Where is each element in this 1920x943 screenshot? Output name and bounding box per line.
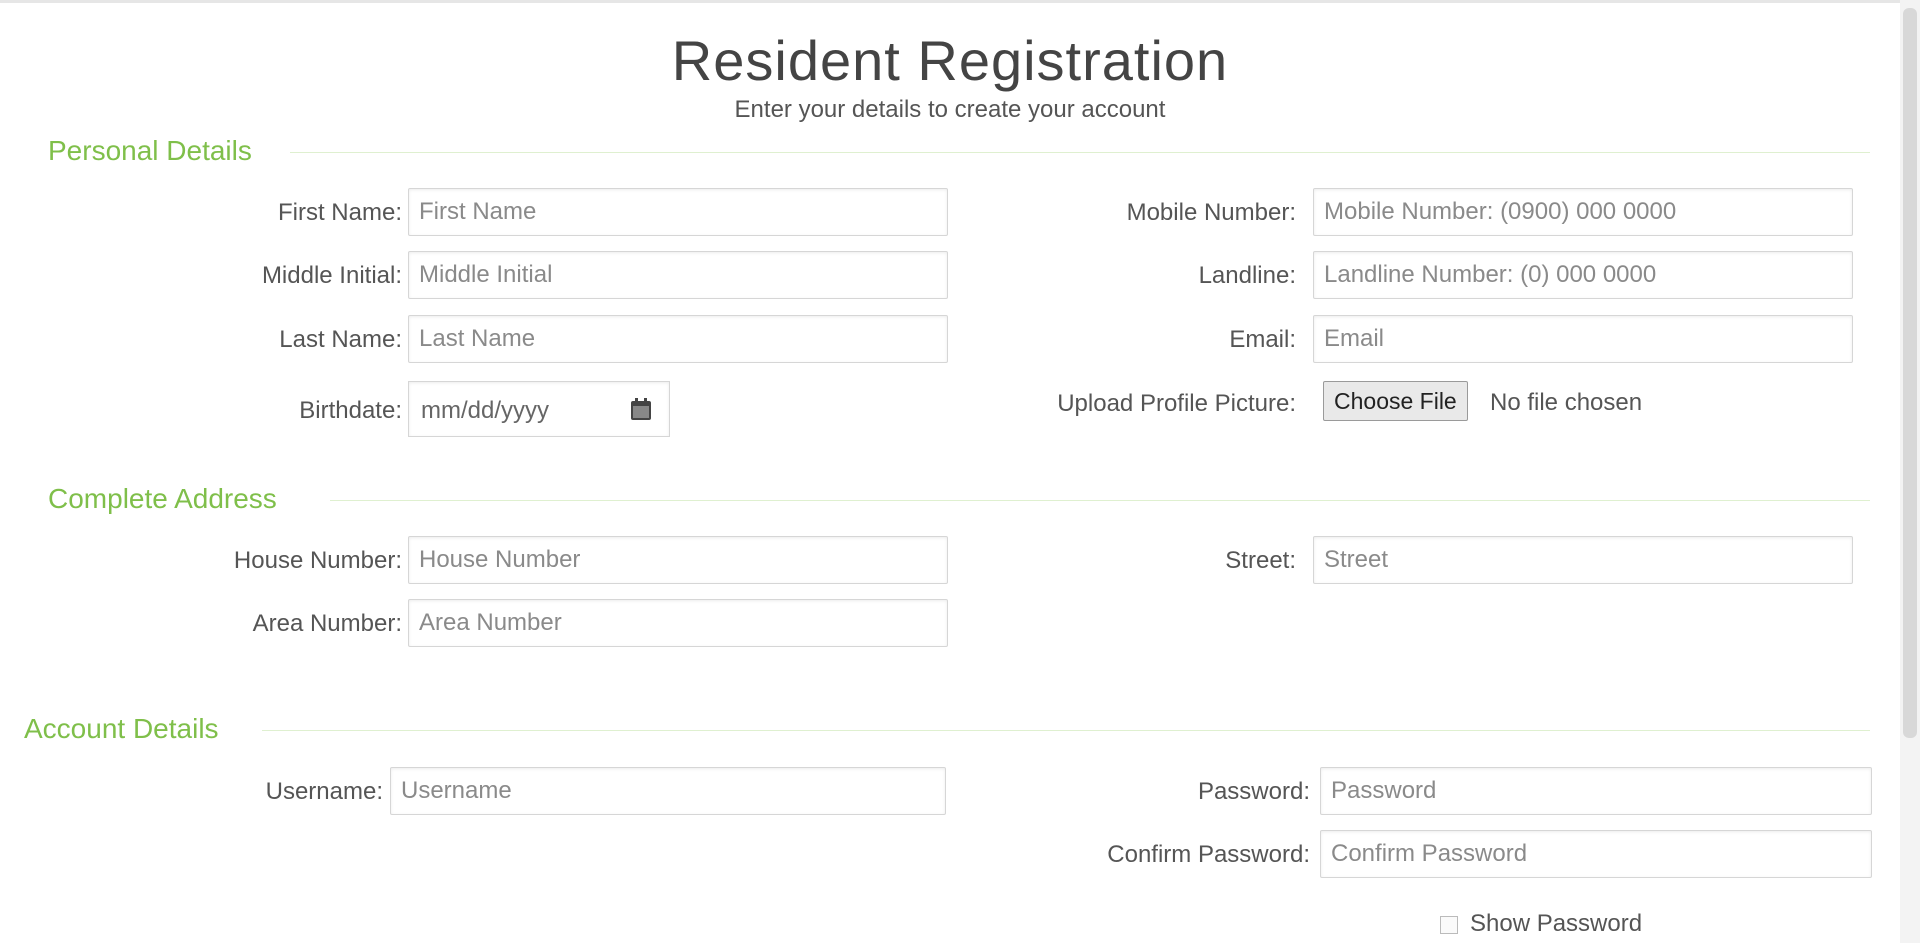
page-subtitle: Enter your details to create your accoun… bbox=[734, 96, 1166, 123]
street-label: Street: bbox=[1225, 547, 1296, 574]
section-divider bbox=[262, 730, 1870, 731]
page-scrollbar[interactable] bbox=[1900, 0, 1920, 943]
house-number-input[interactable] bbox=[408, 536, 948, 584]
page-title: Resident Registration bbox=[671, 29, 1229, 92]
show-password-label[interactable]: Show Password bbox=[1470, 910, 1642, 938]
email-input[interactable] bbox=[1313, 315, 1853, 363]
upload-picture-label: Upload Profile Picture: bbox=[1057, 390, 1296, 417]
section-divider bbox=[290, 152, 1870, 153]
landline-input[interactable] bbox=[1313, 251, 1853, 299]
choose-file-button[interactable]: Choose File bbox=[1323, 381, 1468, 421]
confirm-password-label: Confirm Password: bbox=[1107, 841, 1310, 868]
password-label: Password: bbox=[1197, 778, 1310, 805]
first-name-input[interactable] bbox=[408, 188, 948, 236]
mobile-number-input[interactable] bbox=[1313, 188, 1853, 236]
section-title: Personal Details bbox=[48, 135, 252, 166]
birthdate-input[interactable]: mm/dd/yyyy bbox=[408, 381, 670, 437]
house-number-label: House Number: bbox=[233, 547, 402, 574]
username-input[interactable] bbox=[390, 767, 946, 815]
section-complete-address: Complete Address bbox=[48, 483, 277, 514]
calendar-icon[interactable] bbox=[629, 396, 653, 422]
first-name-label: First Name: bbox=[277, 199, 402, 226]
birthdate-label: Birthdate: bbox=[299, 397, 402, 424]
section-divider bbox=[330, 500, 1870, 501]
mobile-number-label: Mobile Number: bbox=[1126, 199, 1296, 226]
birthdate-placeholder: mm/dd/yyyy bbox=[421, 397, 550, 424]
section-title: Complete Address bbox=[48, 483, 277, 514]
area-number-input[interactable] bbox=[408, 599, 948, 647]
section-account-details: Account Details bbox=[24, 713, 219, 744]
show-password-checkbox[interactable] bbox=[1440, 916, 1458, 934]
file-status: No file chosen bbox=[1490, 389, 1643, 416]
section-personal-details: Personal Details bbox=[48, 135, 252, 166]
middle-initial-label: Middle Initial: bbox=[261, 262, 402, 289]
landline-label: Landline: bbox=[1198, 262, 1296, 289]
last-name-label: Last Name: bbox=[279, 326, 402, 353]
password-input[interactable] bbox=[1320, 767, 1872, 815]
email-label: Email: bbox=[1229, 326, 1296, 353]
username-label: Username: bbox=[265, 778, 383, 805]
section-title: Account Details bbox=[24, 713, 219, 744]
middle-initial-input[interactable] bbox=[408, 251, 948, 299]
scrollbar-thumb[interactable] bbox=[1903, 8, 1917, 738]
street-input[interactable] bbox=[1313, 536, 1853, 584]
area-number-label: Area Number: bbox=[252, 610, 402, 637]
confirm-password-input[interactable] bbox=[1320, 830, 1872, 878]
top-border bbox=[0, 0, 1920, 3]
last-name-input[interactable] bbox=[408, 315, 948, 363]
